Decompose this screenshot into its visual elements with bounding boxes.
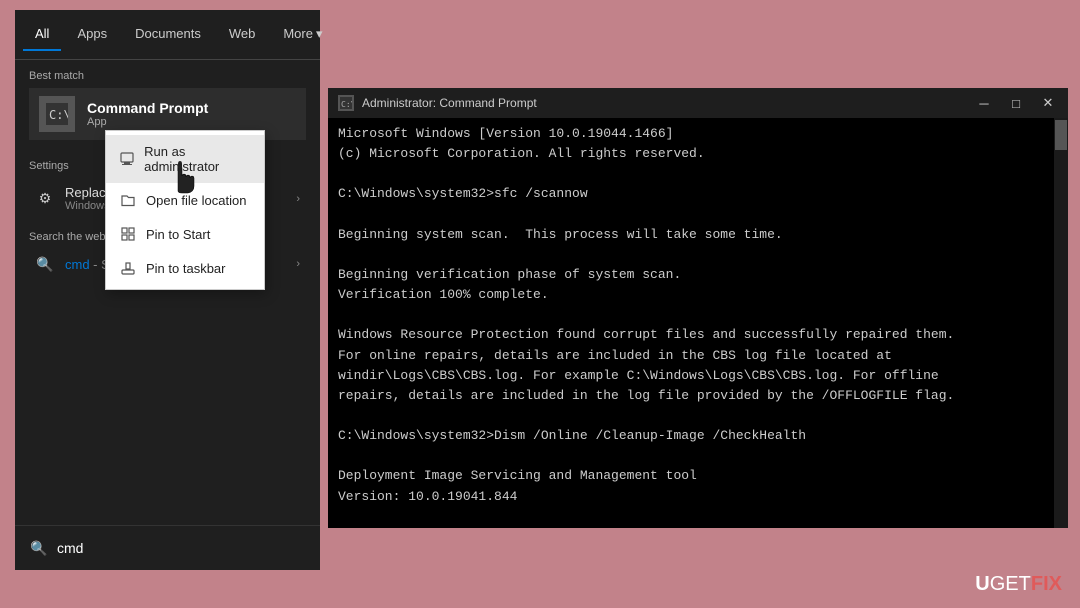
pin-to-start-item[interactable]: Pin to Start xyxy=(106,217,264,251)
maximize-button[interactable]: □ xyxy=(1006,93,1026,113)
search-icon: 🔍 xyxy=(29,538,49,558)
run-as-admin-label: Run as administrator xyxy=(144,144,250,174)
watermark-fix: FIX xyxy=(1031,573,1062,596)
cmd-titlebar: C:\ Administrator: Command Prompt ─ □ ✕ xyxy=(328,88,1068,118)
pin-start-icon xyxy=(120,226,136,242)
minimize-button[interactable]: ─ xyxy=(974,93,994,113)
cmd-output: Microsoft Windows [Version 10.0.19044.14… xyxy=(338,124,1058,528)
pin-taskbar-icon xyxy=(120,260,136,276)
app-name: Command Prompt xyxy=(87,100,208,116)
chevron-down-icon: ▾ xyxy=(316,26,323,42)
tab-web[interactable]: Web xyxy=(217,18,268,51)
settings-gear-icon: ⚙ xyxy=(35,189,55,209)
cmd-body[interactable]: Microsoft Windows [Version 10.0.19044.14… xyxy=(328,118,1068,528)
context-menu: Run as administrator Open file location … xyxy=(105,130,265,290)
watermark: U GET FIX xyxy=(975,573,1062,596)
pin-to-taskbar-label: Pin to taskbar xyxy=(146,261,226,276)
tab-all[interactable]: All xyxy=(23,18,61,51)
tab-more[interactable]: More ▾ xyxy=(271,18,334,52)
run-as-admin-item[interactable]: Run as administrator xyxy=(106,135,264,183)
open-location-icon xyxy=(120,192,136,208)
pin-to-start-label: Pin to Start xyxy=(146,227,210,242)
app-type: App xyxy=(87,116,208,128)
cmd-title-text: Administrator: Command Prompt xyxy=(362,96,537,110)
tab-documents[interactable]: Documents xyxy=(123,18,213,51)
search-bar: 🔍 cmd xyxy=(15,525,320,570)
search-web-icon: 🔍 xyxy=(35,254,55,274)
open-file-location-item[interactable]: Open file location xyxy=(106,183,264,217)
search-query[interactable]: cmd xyxy=(57,540,83,556)
best-match-label: Best match xyxy=(29,70,306,82)
search-tabs: All Apps Documents Web More ▾ xyxy=(15,10,320,60)
open-location-label: Open file location xyxy=(146,193,246,208)
web-chevron-icon: › xyxy=(296,258,300,270)
svg-text:C:\: C:\ xyxy=(341,100,352,109)
close-button[interactable]: ✕ xyxy=(1038,93,1058,113)
cmd-scrollbar-thumb xyxy=(1055,120,1067,150)
cmd-app-icon: C:\ xyxy=(338,95,354,111)
start-menu: All Apps Documents Web More ▾ Best match… xyxy=(15,10,320,570)
run-as-admin-icon xyxy=(120,151,134,167)
cmd-scrollbar[interactable] xyxy=(1054,118,1068,528)
watermark-u: U xyxy=(975,573,989,596)
app-info: Command Prompt App xyxy=(87,100,208,128)
command-prompt-icon: C:\ xyxy=(39,96,75,132)
tab-apps[interactable]: Apps xyxy=(65,18,119,51)
pin-to-taskbar-item[interactable]: Pin to taskbar xyxy=(106,251,264,285)
chevron-right-icon: › xyxy=(296,193,300,205)
cmd-window: C:\ Administrator: Command Prompt ─ □ ✕ … xyxy=(328,88,1068,528)
watermark-get: GET xyxy=(990,573,1031,596)
svg-text:C:\: C:\ xyxy=(49,108,68,122)
